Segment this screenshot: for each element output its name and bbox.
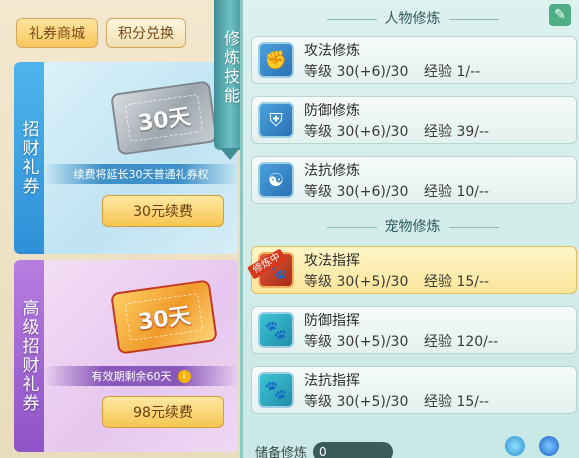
character-training-title: 人物修炼 [243, 8, 579, 28]
row-name: 防御指挥 [304, 313, 360, 329]
shield-icon: ⛨ [258, 102, 294, 138]
row-exp: 经验 120/-- [424, 334, 498, 350]
training-row-resist[interactable]: ☯ 法抗修炼 等级 30(+6)/30 经验 10/-- [251, 156, 577, 204]
card-ribbon: 高级招财礼券 [14, 260, 44, 452]
yin-yang-icon: ☯ [258, 162, 294, 198]
row-name: 防御修炼 [304, 103, 360, 119]
row-level: 等级 30(+5)/30 [304, 334, 409, 350]
gold-ticket-image: 30天 [110, 279, 218, 355]
premium-fortune-coupon-card: 高级招财礼券 30天 有效期剩余60天 i 98元续费 [14, 260, 238, 452]
row-name: 攻法修炼 [304, 43, 360, 59]
training-row-attack[interactable]: ✊ 攻法修炼 等级 30(+6)/30 经验 1/-- [251, 36, 577, 84]
row-level: 等级 30(+6)/30 [304, 64, 409, 80]
potion-icon[interactable] [505, 436, 525, 456]
row-level: 等级 30(+5)/30 [304, 394, 409, 410]
card-note: 有效期剩余60天 i [44, 366, 238, 386]
scroll-label: 修炼技能 [221, 30, 240, 106]
pet-row-resist[interactable]: 🐾 法抗指挥 等级 30(+5)/30 经验 15/-- [251, 366, 577, 414]
row-name: 法抗修炼 [304, 163, 360, 179]
row-exp: 经验 15/-- [424, 274, 490, 290]
pet-row-attack[interactable]: 🐾 修炼中 攻法指挥 等级 30(+5)/30 经验 15/-- [247, 246, 577, 294]
pet-training-title: 宠物修炼 [243, 216, 579, 236]
storage-value: 0 [313, 442, 393, 458]
silver-ticket-image: 30天 [110, 80, 218, 156]
card-note: 续费将延长30天普通礼券权 [44, 164, 238, 184]
card-note-text: 有效期剩余60天 [91, 370, 172, 383]
row-level: 等级 30(+6)/30 [304, 124, 409, 140]
info-icon[interactable]: i [177, 369, 191, 383]
training-row-defense[interactable]: ⛨ 防御修炼 等级 30(+6)/30 经验 39/-- [251, 96, 577, 144]
training-panel: ✎ 人物修炼 ✊ 攻法修炼 等级 30(+6)/30 经验 1/-- ⛨ 防御修… [240, 0, 579, 458]
renew-30-button[interactable]: 30元续费 [102, 195, 224, 227]
fist-icon: ✊ [258, 42, 294, 78]
paw-defense-icon: 🐾 [258, 312, 294, 348]
card-ribbon: 招财礼券 [14, 62, 44, 254]
flame-icon[interactable] [539, 436, 559, 456]
paw-resist-icon: 🐾 [258, 372, 294, 408]
ticket-label: 30天 [124, 292, 204, 342]
fortune-coupon-card: 招财礼券 30天 续费将延长30天普通礼券权 30元续费 [14, 62, 238, 254]
tab-points-exchange[interactable]: 积分兑换 [106, 18, 186, 48]
row-name: 攻法指挥 [304, 253, 360, 269]
row-exp: 经验 1/-- [424, 64, 481, 80]
storage-row: 储备修炼 0 [255, 442, 575, 458]
row-exp: 经验 10/-- [424, 184, 490, 200]
storage-label: 储备修炼 [255, 446, 308, 458]
renew-98-button[interactable]: 98元续费 [102, 396, 224, 428]
row-name: 法抗指挥 [304, 373, 360, 389]
ticket-label: 30天 [124, 93, 204, 143]
row-exp: 经验 39/-- [424, 124, 490, 140]
tab-gift-shop[interactable]: 礼券商城 [16, 18, 98, 48]
row-exp: 经验 15/-- [424, 394, 490, 410]
card-note-text: 续费将延长30天普通礼券权 [73, 168, 209, 181]
row-level: 等级 30(+5)/30 [304, 274, 409, 290]
shop-panel: 礼券商城 积分兑换 招财礼券 30天 续费将延长30天普通礼券权 30元续费 高… [0, 0, 238, 458]
pet-row-defense[interactable]: 🐾 防御指挥 等级 30(+5)/30 经验 120/-- [251, 306, 577, 354]
row-level: 等级 30(+6)/30 [304, 184, 409, 200]
